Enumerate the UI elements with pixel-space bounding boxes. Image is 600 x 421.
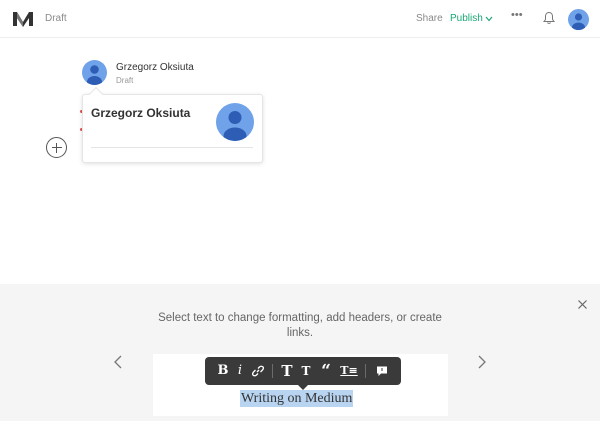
publish-label: Publish [450,13,483,24]
link-icon [251,365,265,377]
formatting-demo: B i T T “ T≡ Writing on Medium [153,354,448,416]
more-options-button[interactable]: ••• [511,9,523,21]
user-silhouette-icon [223,111,247,141]
add-content-button[interactable] [46,137,67,158]
popover-author-name[interactable]: Grzegorz Oksiuta [91,106,190,120]
link-button[interactable] [249,357,267,385]
small-heading-button[interactable]: T [299,357,313,385]
popover-divider [91,147,253,148]
top-bar: Draft Share Publish ••• [0,0,600,38]
draft-status: Draft [45,13,67,24]
share-button[interactable]: Share [416,13,443,24]
large-heading-button[interactable]: T [279,357,295,385]
notifications-bell-icon[interactable] [542,11,556,25]
user-silhouette-icon [87,65,102,85]
close-icon[interactable] [577,299,588,310]
chevron-left-icon[interactable] [113,354,123,370]
comment-icon [377,366,387,376]
italic-button[interactable]: i [233,357,247,385]
author-popover-card: Grzegorz Oksiuta [82,94,263,163]
chevron-right-icon[interactable] [477,354,487,370]
private-note-button[interactable] [373,357,391,385]
toolbar-separator [272,364,273,378]
bold-button[interactable]: B [215,357,231,385]
tutorial-panel: Select text to change formatting, add he… [0,284,600,421]
publish-button[interactable]: Publish [450,13,493,24]
chevron-down-icon [485,16,493,22]
author-name[interactable]: Grzegorz Oksiuta [116,62,194,73]
selected-sample-text[interactable]: Writing on Medium [240,390,354,407]
medium-logo-icon[interactable] [12,10,34,28]
toolbar-separator [365,364,366,378]
author-draft-status: Draft [116,76,134,85]
formatting-toolbar: B i T T “ T≡ [205,357,401,385]
dropcap-button[interactable]: T≡ [339,357,359,385]
author-avatar[interactable] [82,60,107,85]
popover-avatar[interactable] [216,103,254,141]
user-silhouette-icon [572,13,585,30]
quote-button[interactable]: “ [318,357,334,385]
tutorial-instructions: Select text to change formatting, add he… [158,312,442,339]
user-avatar[interactable] [568,9,589,30]
